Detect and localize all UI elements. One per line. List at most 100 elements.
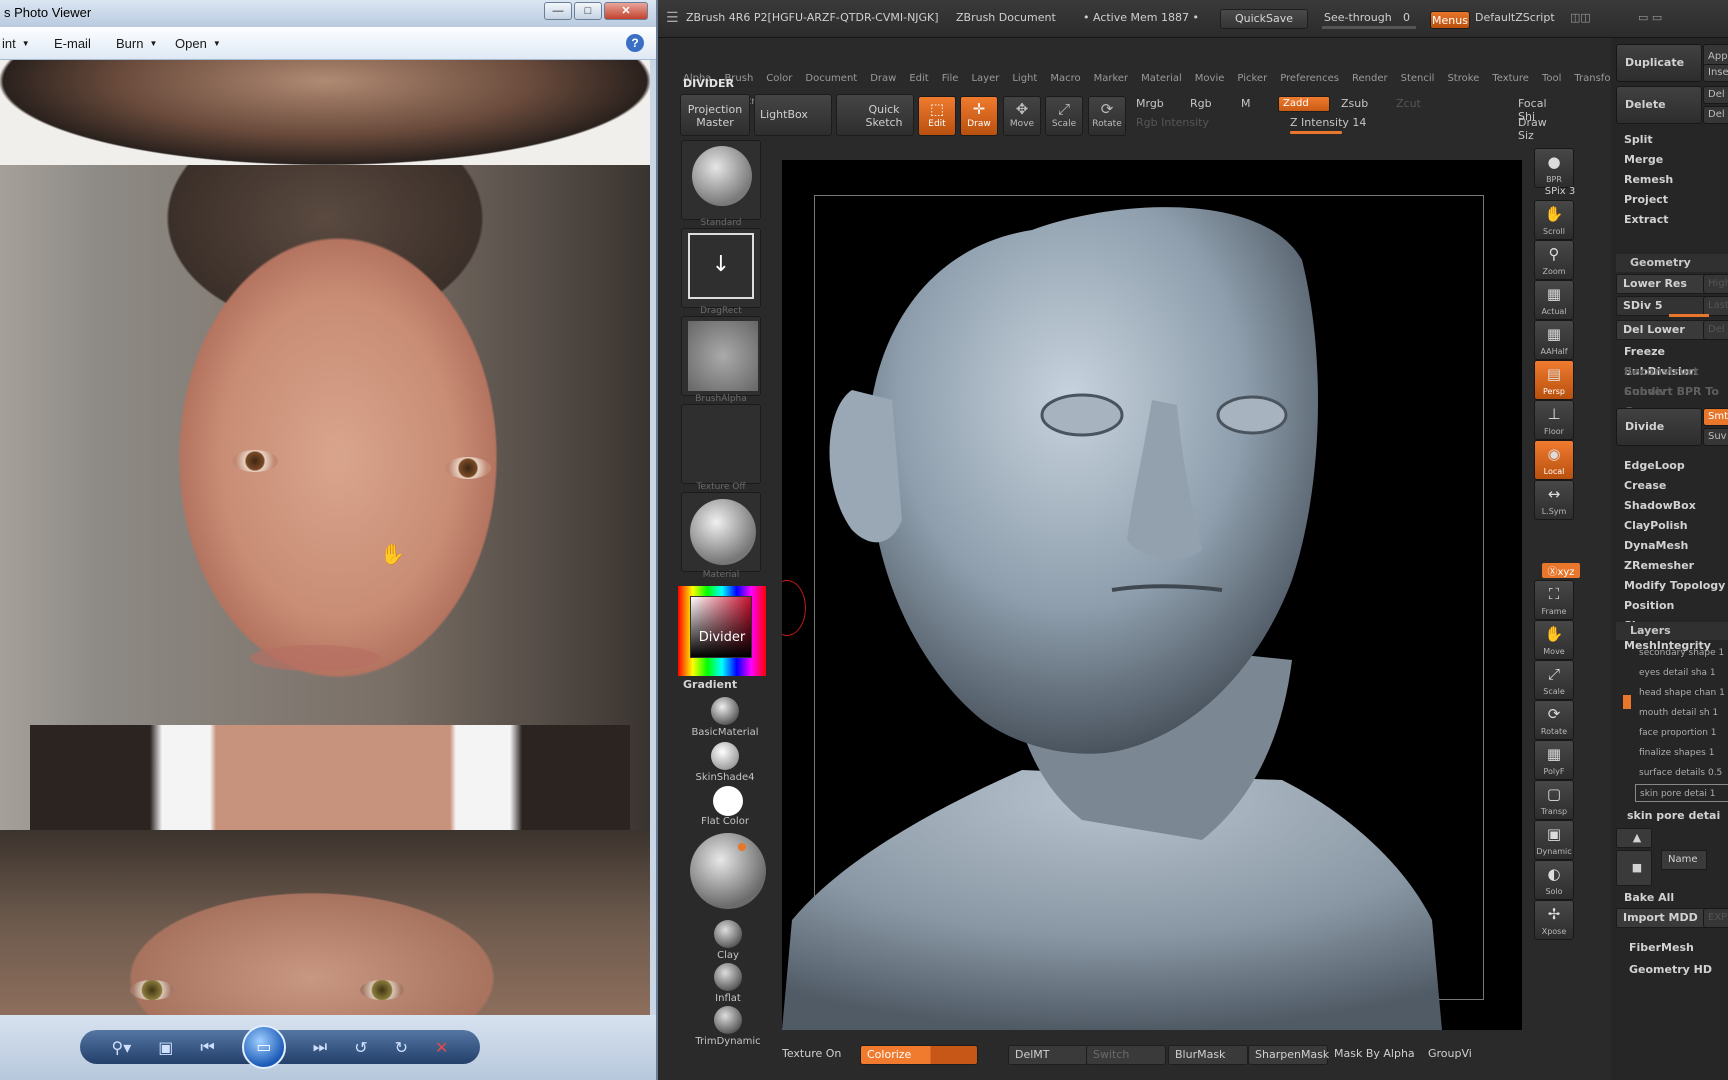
menu-open[interactable]: Open ▼ [175,36,221,51]
color-square[interactable] [690,596,752,658]
clay-brush-icon[interactable] [714,920,742,948]
next-icon[interactable]: ⏭ [313,1037,327,1057]
menu-material[interactable]: Material [1141,73,1182,84]
slideshow-icon[interactable]: ▭ [241,1025,286,1069]
maximize-button[interactable]: □ [574,2,602,20]
delmt-button[interactable]: DelMT [1008,1045,1088,1065]
geometry-shadowbox[interactable]: ShadowBox [1616,496,1728,516]
flat-color-material-icon[interactable] [713,786,743,816]
merge-menu[interactable]: Merge [1616,150,1728,170]
layer-up-button[interactable]: ▲ [1616,828,1652,848]
higher-res-button[interactable]: High [1703,274,1728,294]
zadd-button[interactable]: Zadd [1278,96,1330,112]
zcut-button[interactable]: Zcut [1396,97,1421,110]
duplicate-button[interactable]: Duplicate [1616,44,1702,82]
menu-movie[interactable]: Movie [1195,73,1225,84]
quick-sketch-button[interactable]: Quick Sketch [836,94,914,136]
material-thumb[interactable] [681,492,761,572]
scale-button[interactable]: ⤢ Scale [1045,96,1083,136]
zoom-button[interactable]: ⚲ Zoom [1534,240,1574,280]
import-mdd-button[interactable]: Import MDD [1616,908,1708,928]
delete-icon[interactable]: ✕ [435,1038,448,1057]
stroke-thumb[interactable]: ↓ [681,228,761,308]
menu-stencil[interactable]: Stencil [1401,73,1435,84]
extract-menu[interactable]: Extract [1616,210,1728,230]
menu-render[interactable]: Render [1352,73,1388,84]
menu-preferences[interactable]: Preferences [1280,73,1339,84]
split-menu[interactable]: Split [1616,130,1728,150]
see-through-label[interactable]: See-through [1324,11,1392,24]
lsym-button[interactable]: ↔ L.Sym [1534,480,1574,520]
menu-layer[interactable]: Layer [971,73,999,84]
del-other-button[interactable]: Del [1703,86,1728,104]
sdiv-slider[interactable]: SDiv 5 [1616,296,1708,316]
last-button[interactable]: Last [1703,296,1728,316]
geometry-edgeloop[interactable]: EdgeLoop [1616,456,1728,476]
active-brush-icon[interactable] [690,833,766,909]
previous-icon[interactable]: ⏮ [200,1037,214,1057]
lower-res-button[interactable]: Lower Res [1616,274,1708,294]
document-canvas[interactable] [782,160,1522,1030]
rotate-button[interactable]: ⟳ Rotate [1534,700,1574,740]
persp-button[interactable]: ▤ Persp [1534,360,1574,400]
scale-button[interactable]: ⤢ Scale [1534,660,1574,700]
layer-item[interactable]: eyes detail sha 1 [1625,664,1728,682]
spix-value[interactable]: SPix 3 [1534,186,1586,197]
move-button[interactable]: ✋ Move [1534,620,1574,660]
rotate-cw-icon[interactable]: ↻ [395,1038,408,1057]
transp-button[interactable]: ▢ Transp [1534,780,1574,820]
lightbox-button[interactable]: LightBox [754,94,832,136]
menu-document[interactable]: Document [805,73,857,84]
geometry-hd-header[interactable]: Geometry HD [1621,960,1728,980]
layer-item[interactable]: face proportion 1 [1625,724,1728,742]
geometry-claypolish[interactable]: ClayPolish [1616,516,1728,536]
fit-window-icon[interactable]: ▣ [158,1038,173,1057]
texture-thumb[interactable] [681,404,761,484]
layer-item[interactable]: finalize shapes 1 [1625,744,1728,762]
del-all-button[interactable]: Del [1703,106,1728,124]
inflat-brush-icon[interactable] [714,963,742,991]
layer-record-button[interactable]: ■ [1616,850,1652,886]
actual-button[interactable]: ▦ Actual [1534,280,1574,320]
blurmask-button[interactable]: BlurMask [1168,1045,1248,1065]
layer-item[interactable]: surface details 0.5 [1625,764,1728,782]
bpr-button[interactable]: ● BPR [1534,148,1574,188]
basic-material-icon[interactable] [711,697,739,725]
bake-all-button[interactable]: Bake All [1616,888,1728,908]
menu-light[interactable]: Light [1012,73,1037,84]
layer-item[interactable]: mouth detail sh 1 [1625,704,1728,722]
dynamic-button[interactable]: ▣ Dynamic [1534,820,1574,860]
xpose-button[interactable]: ✢ Xpose [1534,900,1574,940]
help-icon[interactable]: ? [626,34,644,52]
alpha-thumb[interactable] [681,316,761,396]
menu-macro[interactable]: Macro [1050,73,1080,84]
geometry-crease[interactable]: Crease [1616,476,1728,496]
menu-tool[interactable]: Tool [1542,73,1561,84]
delete-button[interactable]: Delete [1616,86,1702,124]
menu-burn[interactable]: Burn ▼ [116,36,157,51]
move-button[interactable]: ✥ Move [1003,96,1041,136]
mask-by-alpha-button[interactable]: Mask By Alpha [1334,1045,1415,1065]
reconstruct-subdiv-button[interactable]: Reconstruct Subdiv [1616,362,1728,398]
smt-toggle[interactable]: Smt [1703,408,1728,426]
rgb-button[interactable]: Rgb [1190,97,1212,110]
default-zscript[interactable]: DefaultZScript [1475,11,1555,24]
mrgb-button[interactable]: Mrgb [1136,97,1164,110]
frame-button[interactable]: ⛶ Frame [1534,580,1574,620]
aahalf-button[interactable]: ▦ AAHalf [1534,320,1574,360]
divide-button[interactable]: Divide [1616,408,1702,446]
gradient-label[interactable]: Gradient [683,678,737,691]
remesh-menu[interactable]: Remesh [1616,170,1728,190]
xyz-symmetry-button[interactable]: Ⓧxyz [1542,563,1580,578]
zoom-icon[interactable]: ⚲▾ [112,1038,132,1057]
menu-draw[interactable]: Draw [870,73,896,84]
del-lower-button[interactable]: Del Lower [1616,320,1708,340]
layer-item[interactable]: secondary shape 1 [1625,644,1728,662]
window-controls-icon[interactable]: ▭ ▭ [1638,11,1662,24]
skinshade-material-icon[interactable] [711,742,739,770]
project-menu[interactable]: Project [1616,190,1728,210]
photo-viewer-titlebar[interactable]: s Photo Viewer — □ ✕ [0,0,656,27]
rotate-button[interactable]: ⟳ Rotate [1088,96,1126,136]
solo-button[interactable]: ◐ Solo [1534,860,1574,900]
menu-color[interactable]: Color [766,73,792,84]
